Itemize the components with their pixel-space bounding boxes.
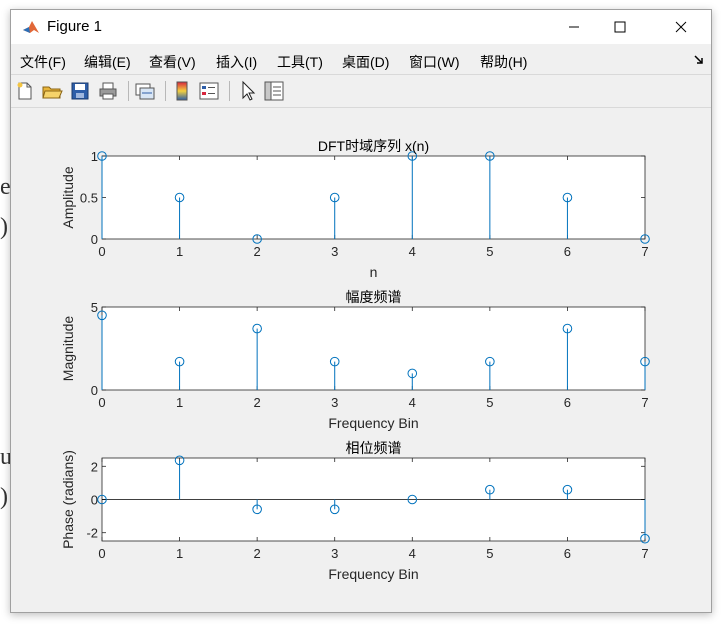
x-axis-label: Frequency Bin — [328, 566, 418, 582]
x-tick-label: 7 — [641, 395, 648, 410]
x-tick-label: 1 — [176, 395, 183, 410]
axes-3: 0 1 2 3 4 5 6 7-202相位频谱Frequency BinPhase (radi… — [60, 440, 650, 582]
y-axis-label: Amplitude — [60, 166, 76, 228]
x-tick-label: 4 — [409, 244, 416, 259]
y-axis-label: Magnitude — [60, 316, 76, 382]
y-tick-label: 0 — [91, 232, 98, 247]
x-tick-label: 3 — [331, 395, 338, 410]
y-tick-label: 0.5 — [80, 191, 98, 206]
x-tick-label: 6 — [564, 244, 571, 259]
x-tick-label: 2 — [254, 546, 261, 561]
y-tick-label: 1 — [91, 149, 98, 164]
x-tick-label: 7 — [641, 546, 648, 561]
x-tick-label: 6 — [564, 546, 571, 561]
x-tick-label: 1 — [176, 244, 183, 259]
axes-1: 0 1 2 3 4 5 6 7 0 0.5 1 DFT时域序列 x(n) n Amplitude — [60, 138, 650, 280]
x-tick-label: 4 — [409, 395, 416, 410]
y-tick-label: 0 — [91, 493, 98, 508]
x-tick-label: 2 — [254, 244, 261, 259]
chart-title: DFT时域序列 x(n) — [318, 138, 429, 154]
x-tick-label: 1 — [176, 546, 183, 561]
y-axis-label: Phase (radians) — [60, 450, 76, 549]
y-tick-label: 0 — [91, 383, 98, 398]
x-tick-label: 0 — [98, 546, 105, 561]
x-tick-label: 7 — [641, 244, 648, 259]
chart-title: 幅度频谱 — [346, 289, 402, 305]
y-tick-label: 2 — [91, 459, 98, 474]
x-tick-label: 6 — [564, 395, 571, 410]
x-tick-label: 5 — [486, 244, 493, 259]
axes-2: 0 1 2 3 4 5 6 7 0 5 幅度频谱 Frequency Bin Magnitude — [60, 289, 650, 431]
x-axis-label: Frequency Bin — [328, 415, 418, 431]
x-axis-label: n — [370, 264, 378, 280]
x-tick-label: 0 — [98, 244, 105, 259]
figure-window: Figure 1 文件(F) 编辑(E) 查看(V) 插入(I) 工具(T) 桌… — [10, 9, 712, 613]
x-tick-label: 2 — [254, 395, 261, 410]
x-tick-label: 4 — [409, 546, 416, 561]
y-tick-label: 5 — [91, 300, 98, 315]
x-tick-label: 3 — [331, 546, 338, 561]
x-tick-label: 5 — [486, 546, 493, 561]
chart-title: 相位频谱 — [346, 440, 402, 456]
x-tick-label: 3 — [331, 244, 338, 259]
figure-canvas: 0 1 2 3 4 5 6 7 0 0.5 1 DFT时域序列 x(n) n Amplitude 0 1 2 3 4… — [60, 138, 650, 582]
x-tick-label: 5 — [486, 395, 493, 410]
background-text-fragment: ) — [0, 214, 8, 240]
x-tick-label: 0 — [98, 395, 105, 410]
axes-box — [101, 306, 646, 391]
background-text-fragment: ) — [0, 484, 8, 510]
y-tick-label: -2 — [86, 526, 98, 541]
